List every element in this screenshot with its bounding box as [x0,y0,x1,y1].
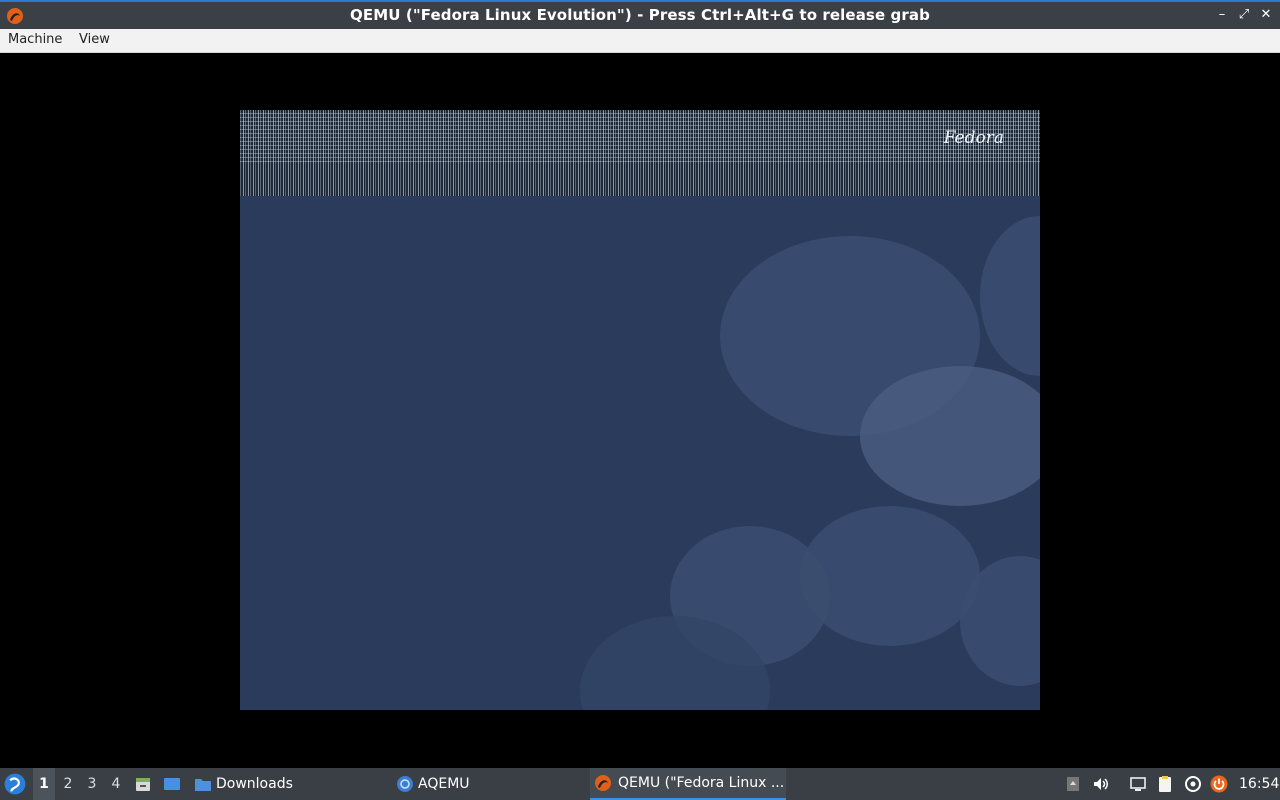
workspace-3[interactable]: 3 [81,768,103,800]
tray-scroll[interactable] [1064,768,1082,800]
fedora-logo: Fedora [943,128,1004,148]
volume-icon [1094,778,1108,790]
app-menu-button[interactable] [4,768,28,800]
task-label: QEMU ("Fedora Linux ... [618,775,785,791]
guest-banner [240,110,1040,196]
aqemu-icon [397,776,413,792]
task-aqemu[interactable]: AQEMU [396,768,470,800]
task-qemu[interactable]: QEMU ("Fedora Linux ... [590,768,786,800]
maximize-button[interactable]: ⤢ [1236,7,1252,23]
workspace-4[interactable]: 4 [105,768,127,800]
file-manager-launcher[interactable] [134,768,154,800]
taskbar: 1 2 3 4 Downloads AQEMU QEMU ("Fedora Li… [0,768,1280,800]
file-cabinet-icon [136,778,150,791]
task-label: Downloads [216,776,293,792]
arrow-up-icon [1067,777,1079,791]
app-launcher-icon [4,773,26,795]
guest-wallpaper [240,196,1040,710]
power-indicator[interactable] [1210,768,1230,800]
update-icon [1185,776,1201,792]
desktop-icon [164,778,180,790]
menubar: Machine View [0,29,1280,53]
window-titlebar[interactable]: QEMU ("Fedora Linux Evolution") - Press … [0,0,1280,29]
power-icon [1210,775,1228,793]
menu-machine[interactable]: Machine [8,32,62,47]
clock[interactable]: 16:54 [1239,768,1279,800]
clipboard-indicator[interactable] [1156,768,1176,800]
show-desktop-button[interactable] [163,768,183,800]
guest-screen[interactable]: Fedora [240,110,1040,710]
network-indicator[interactable] [1129,768,1149,800]
workspace-2[interactable]: 2 [57,768,79,800]
volume-control[interactable] [1092,768,1110,800]
qemu-icon [595,775,611,791]
clipboard-icon [1159,776,1171,792]
window-title: QEMU ("Fedora Linux Evolution") - Press … [350,6,930,24]
network-icon [1130,777,1146,791]
updates-indicator[interactable] [1184,768,1202,800]
menu-view[interactable]: View [79,32,110,47]
close-button[interactable]: ✕ [1258,7,1274,23]
minimize-button[interactable]: – [1214,7,1230,23]
vm-display[interactable]: Fedora [0,53,1280,768]
folder-icon [195,779,211,791]
task-label: AQEMU [418,776,470,792]
task-downloads[interactable]: Downloads [194,768,293,800]
workspace-1[interactable]: 1 [33,768,55,800]
